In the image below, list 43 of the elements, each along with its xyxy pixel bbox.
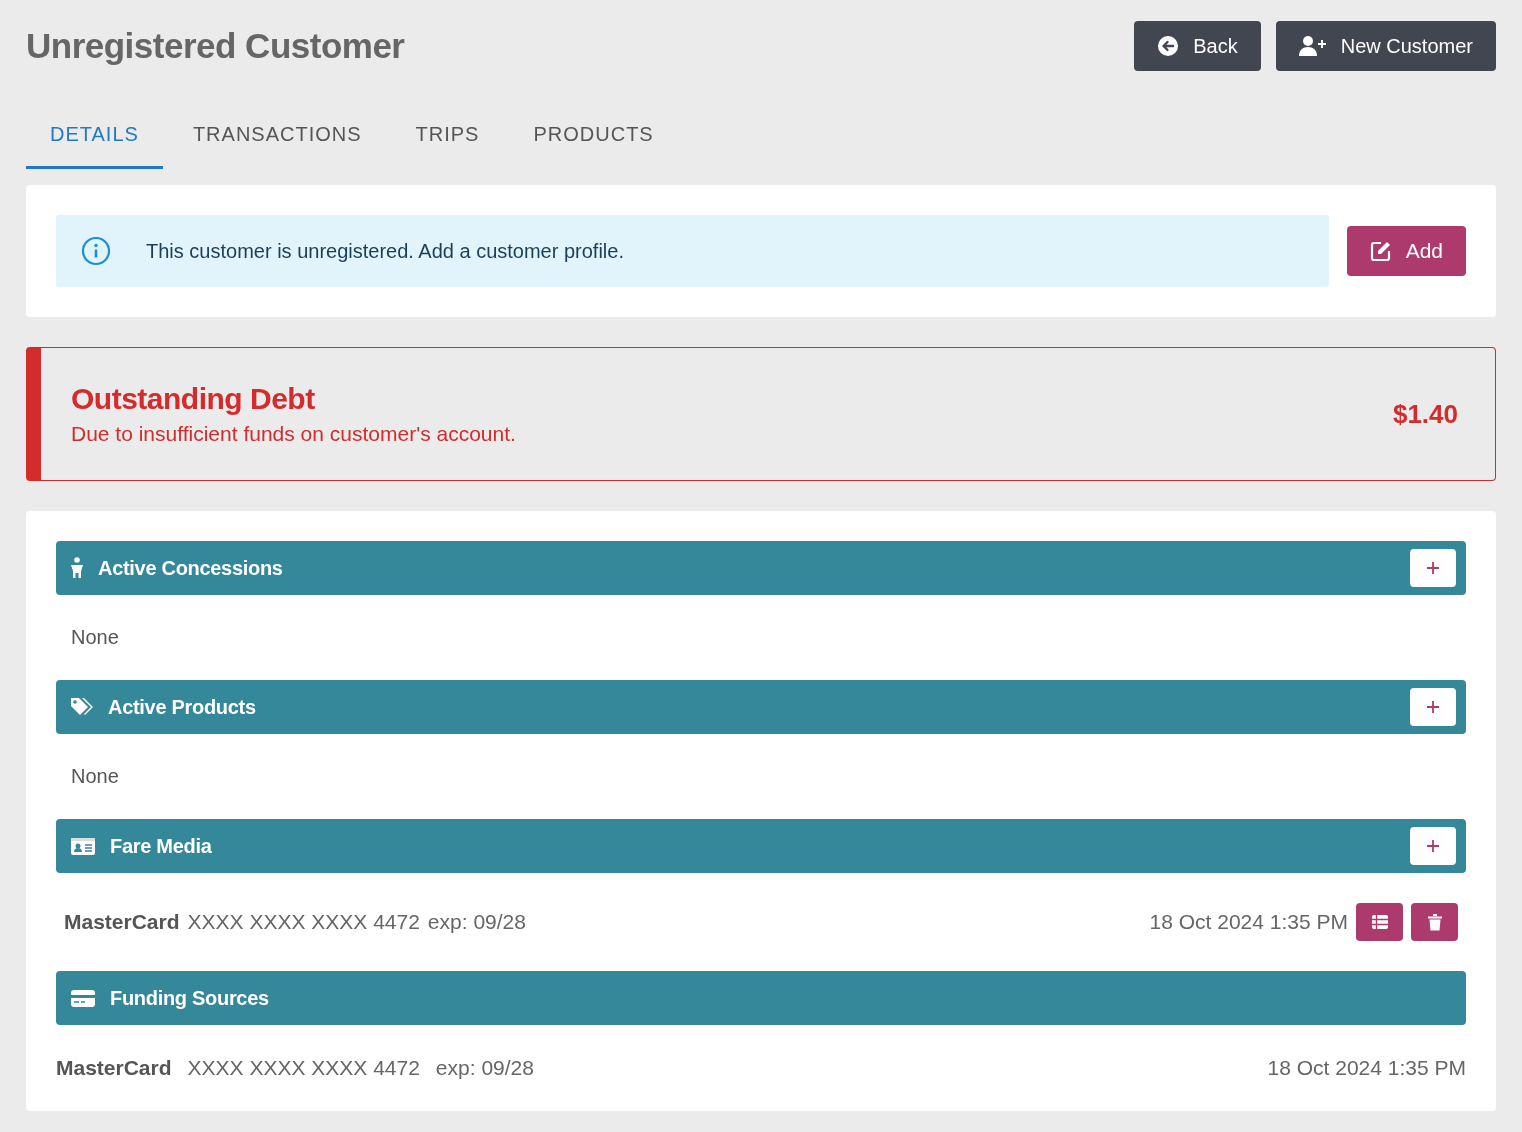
page-title: Unregistered Customer xyxy=(26,26,405,66)
tab[interactable]: TRANSACTIONS xyxy=(168,102,386,169)
tab[interactable]: TRIPS xyxy=(391,102,504,169)
section-title: Fare Media xyxy=(110,834,213,858)
plus-icon xyxy=(1426,561,1440,575)
id-card-icon xyxy=(70,836,96,856)
card-expiry: exp: 09/28 xyxy=(435,1056,534,1080)
person-icon xyxy=(70,557,84,579)
card-brand: MasterCard xyxy=(56,1056,172,1080)
empty-text: None xyxy=(70,625,120,650)
card-number: XXXX XXXX XXXX 4472 xyxy=(187,1056,420,1080)
plus-icon xyxy=(1426,700,1440,714)
delete-button[interactable] xyxy=(1411,903,1458,941)
edit-icon xyxy=(1369,240,1392,262)
debt-title: Outstanding Debt xyxy=(71,382,316,416)
card-expiry: exp: 09/28 xyxy=(427,910,526,934)
new-customer-button[interactable]: New Customer xyxy=(1275,21,1496,71)
info-message: This customer is unregistered. Add a customer profile. xyxy=(146,239,624,263)
back-button[interactable]: Back xyxy=(1134,21,1261,71)
add-plus-button[interactable] xyxy=(1410,827,1456,865)
credit-card-icon xyxy=(70,988,96,1008)
section-title: Active Products xyxy=(108,695,257,719)
debt-amount: $1.40 xyxy=(1392,398,1458,430)
tags-icon xyxy=(70,697,94,717)
tab[interactable]: DETAILS xyxy=(26,102,163,169)
added-date: 18 Oct 2024 1:35 PM xyxy=(1267,1056,1466,1080)
card-number: XXXX XXXX XXXX 4472 xyxy=(187,910,420,934)
section-title: Funding Sources xyxy=(110,986,270,1010)
trash-icon xyxy=(1427,913,1442,931)
details-button[interactable] xyxy=(1356,903,1403,941)
added-date: 18 Oct 2024 1:35 PM xyxy=(1149,910,1348,934)
list-icon xyxy=(1370,914,1389,930)
section-title: Active Concessions xyxy=(98,556,284,580)
add-button[interactable]: Add xyxy=(1346,226,1466,276)
card-brand: MasterCard xyxy=(64,910,180,934)
add-plus-button[interactable] xyxy=(1410,549,1456,587)
info-icon xyxy=(81,236,111,266)
tab[interactable]: PRODUCTS xyxy=(509,102,678,169)
add-user-icon xyxy=(1298,35,1327,57)
plus-icon xyxy=(1426,839,1440,853)
add-plus-button[interactable] xyxy=(1410,688,1456,726)
empty-text: None xyxy=(70,764,120,789)
debt-description: Due to insufficient funds on customer's account. xyxy=(71,422,516,446)
